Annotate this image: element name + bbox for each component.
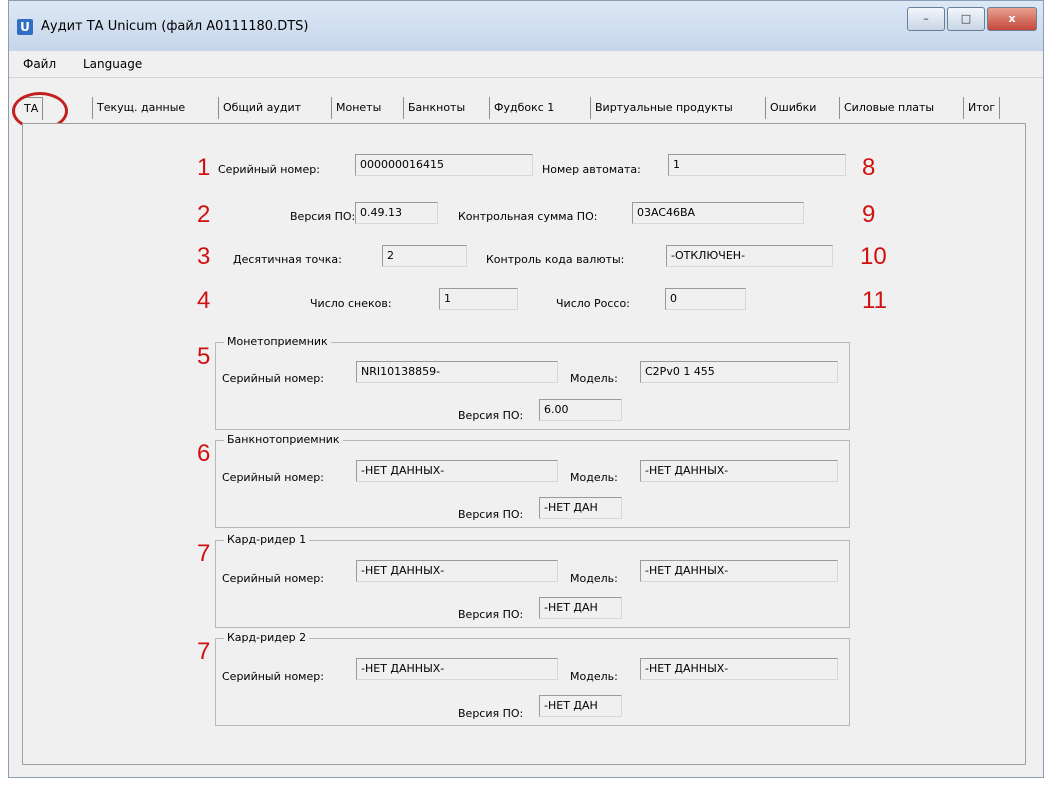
card2-serial-label: Серийный номер: [222, 670, 324, 683]
minimize-button[interactable]: – [907, 7, 945, 31]
coin-serial-field[interactable]: NRI10138859- [356, 361, 558, 383]
tab-foodbox-1[interactable]: Фудбокс 1 [489, 97, 558, 119]
annotation-8: 8 [862, 154, 876, 181]
annotation-11: 11 [862, 287, 887, 314]
card1-serial-label: Серийный номер: [222, 572, 324, 585]
annotation-7b: 7 [197, 638, 211, 665]
title-bar[interactable]: U Аудит ТА Unicum (файл A0111180.DTS) – … [9, 1, 1043, 51]
annotation-1: 1 [197, 154, 211, 181]
bill-model-label: Модель: [570, 471, 618, 484]
machine-no-field[interactable]: 1 [668, 154, 846, 176]
bill-acceptor-title: Банкнотоприемник [224, 433, 343, 446]
serial-field[interactable]: 000000016415 [355, 154, 533, 176]
annotation-5: 5 [197, 343, 211, 370]
annotation-3: 3 [197, 243, 211, 270]
coin-version-field[interactable]: 6.00 [539, 399, 622, 421]
menu-file[interactable]: Файл [23, 57, 56, 71]
card-reader-1-title: Кард-ридер 1 [224, 533, 310, 546]
currency-field[interactable]: -ОТКЛЮЧЕН- [666, 245, 833, 267]
annotation-4: 4 [197, 287, 211, 314]
tab-errors[interactable]: Ошибки [765, 97, 820, 119]
coin-model-label: Модель: [570, 372, 618, 385]
close-button[interactable]: x [987, 7, 1037, 31]
snacks-field[interactable]: 1 [439, 288, 518, 310]
card1-version-label: Версия ПО: [458, 608, 524, 621]
coin-version-label: Версия ПО: [458, 409, 524, 422]
rocco-field[interactable]: 0 [665, 288, 746, 310]
card2-model-label: Модель: [570, 670, 618, 683]
bill-serial-field[interactable]: -НЕТ ДАННЫХ- [356, 460, 558, 482]
decimal-field[interactable]: 2 [382, 245, 467, 267]
rocco-label: Число Рocco: [556, 297, 630, 310]
bill-acceptor-group: Банкнотоприемник [215, 433, 850, 528]
sw-version-field[interactable]: 0.49.13 [355, 202, 438, 224]
currency-label: Контроль кода валюты: [486, 253, 625, 266]
coin-acceptor-group: Монетоприемник [215, 335, 850, 430]
tab-bar: ТА Текущ. данные Общий аудит Монеты Банк… [12, 93, 1041, 123]
bill-model-field[interactable]: -НЕТ ДАННЫХ- [640, 460, 838, 482]
machine-no-label: Номер автомата: [542, 163, 641, 176]
coin-model-field[interactable]: C2Pv0 1 455 [640, 361, 838, 383]
card1-version-field[interactable]: -НЕТ ДАН [539, 597, 622, 619]
coin-acceptor-title: Монетоприемник [224, 335, 331, 348]
card1-serial-field[interactable]: -НЕТ ДАННЫХ- [356, 560, 558, 582]
maximize-button[interactable]: □ [947, 7, 985, 31]
annotation-2: 2 [197, 201, 211, 228]
tab-total[interactable]: Итог [963, 97, 1001, 119]
card1-model-label: Модель: [570, 572, 618, 585]
decimal-label: Десятичная точка: [233, 253, 342, 266]
bill-version-field[interactable]: -НЕТ ДАН [539, 497, 622, 519]
serial-label: Серийный номер: [218, 163, 320, 176]
card2-version-field[interactable]: -НЕТ ДАН [539, 695, 622, 717]
tab-virtual-products[interactable]: Виртуальные продукты [590, 97, 737, 119]
card2-version-label: Версия ПО: [458, 707, 524, 720]
card2-model-field[interactable]: -НЕТ ДАННЫХ- [640, 658, 838, 680]
sw-version-label: Версия ПО: [290, 210, 356, 223]
annotation-10: 10 [860, 243, 887, 270]
menu-bar: Файл Language [9, 51, 1043, 78]
menu-language[interactable]: Language [83, 57, 142, 71]
tab-general-audit[interactable]: Общий аудит [218, 97, 305, 119]
card-reader-2-title: Кард-ридер 2 [224, 631, 310, 644]
tab-current-data[interactable]: Текущ. данные [92, 97, 189, 119]
tab-power-boards[interactable]: Силовые платы [839, 97, 938, 119]
card1-model-field[interactable]: -НЕТ ДАННЫХ- [640, 560, 838, 582]
checksum-label: Контрольная сумма ПО: [458, 210, 598, 223]
coin-serial-label: Серийный номер: [222, 372, 324, 385]
snacks-label: Число снеков: [310, 297, 392, 310]
tab-banknotes[interactable]: Банкноты [403, 97, 469, 119]
window-title: Аудит ТА Unicum (файл A0111180.DTS) [41, 19, 309, 34]
annotation-6: 6 [197, 440, 211, 467]
tab-coins[interactable]: Монеты [331, 97, 385, 119]
annotation-7a: 7 [197, 540, 211, 567]
checksum-field[interactable]: 03AC46BA [632, 202, 804, 224]
card2-serial-field[interactable]: -НЕТ ДАННЫХ- [356, 658, 558, 680]
bill-serial-label: Серийный номер: [222, 471, 324, 484]
app-icon: U [17, 19, 33, 35]
annotation-9: 9 [862, 201, 876, 228]
bill-version-label: Версия ПО: [458, 508, 524, 521]
